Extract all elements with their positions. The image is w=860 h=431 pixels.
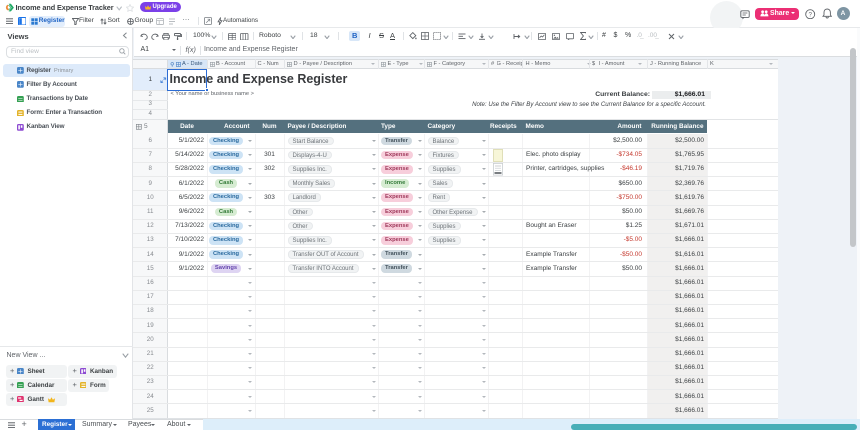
svg-text:?: ? xyxy=(808,11,812,18)
